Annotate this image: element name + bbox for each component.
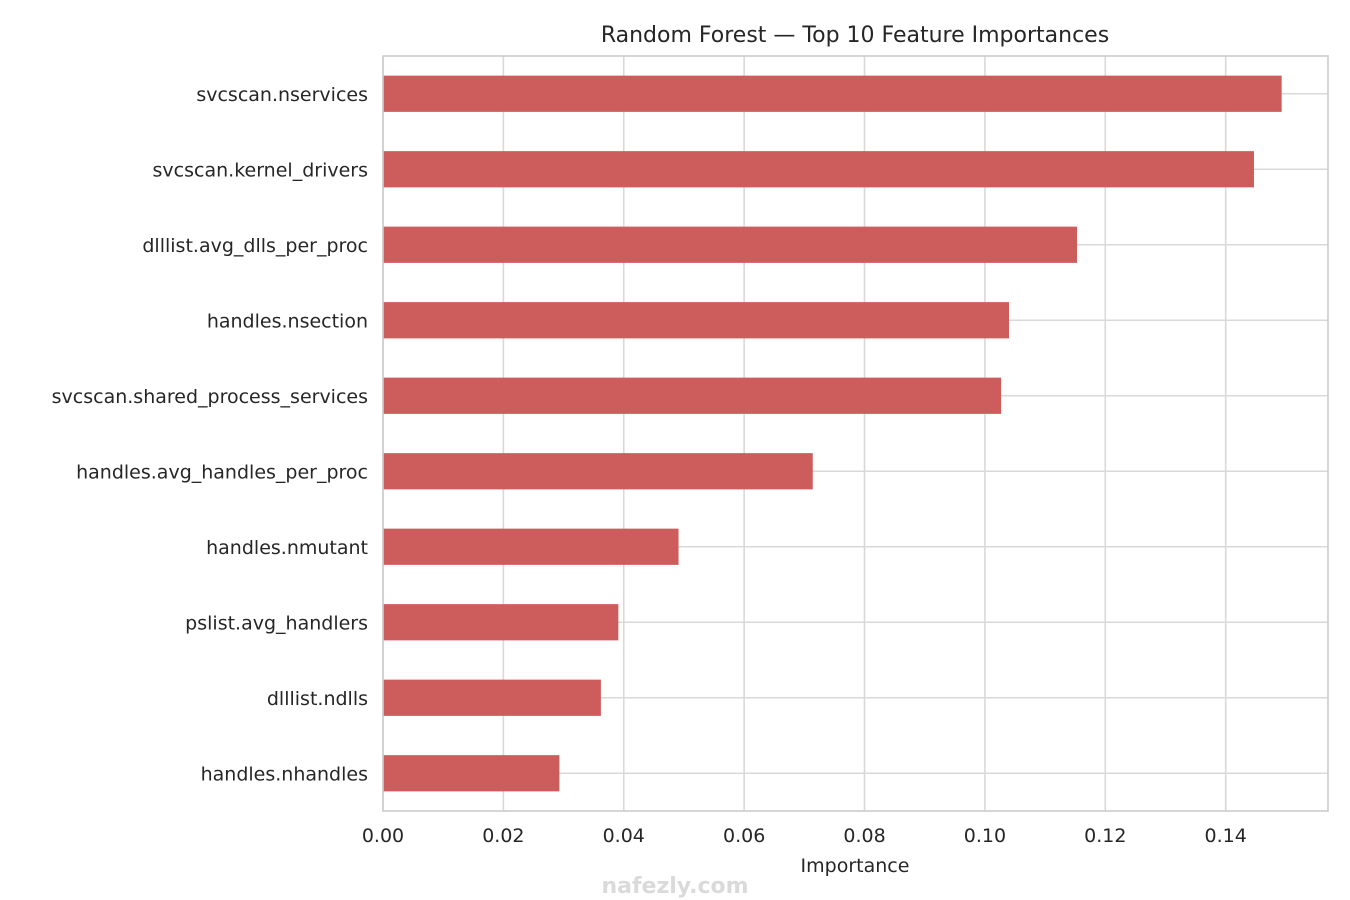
x-tick-label: 0.04 — [603, 825, 645, 847]
y-tick-label: svcscan.nservices — [196, 84, 368, 106]
x-tick-label: 0.10 — [964, 825, 1006, 847]
y-tick-label: dlllist.avg_dlls_per_proc — [142, 235, 368, 257]
bar — [383, 75, 1282, 112]
bar — [383, 226, 1078, 263]
x-tick-label: 0.02 — [482, 825, 524, 847]
x-axis-label: Importance — [801, 855, 910, 877]
x-tick-label: 0.08 — [843, 825, 885, 847]
bar — [383, 151, 1254, 188]
bar — [383, 755, 560, 792]
bar — [383, 528, 679, 565]
chart-title: Random Forest — Top 10 Feature Importanc… — [601, 23, 1109, 48]
y-tick-label: pslist.avg_handlers — [185, 612, 368, 634]
y-tick-label: svcscan.shared_process_services — [52, 386, 368, 408]
y-tick-labels: svcscan.nservices svcscan.kernel_driversd… — [52, 84, 368, 786]
y-tick-label: handles.nmutant — [206, 537, 368, 559]
bar — [383, 453, 813, 490]
watermark: nafezly.com — [601, 874, 748, 899]
bar — [383, 302, 1009, 339]
bar — [383, 679, 601, 716]
feature-importance-chart: Random Forest — Top 10 Feature Importanc… — [52, 23, 1329, 899]
bars — [383, 75, 1282, 792]
y-tick-label: svcscan.kernel_drivers — [153, 159, 368, 181]
y-tick-label: dlllist.ndlls — [267, 688, 368, 710]
y-tick-label: handles.nhandles — [201, 763, 368, 785]
y-tick-label: handles.nsection — [207, 310, 368, 332]
bar — [383, 377, 1002, 414]
x-tick-label: 0.00 — [362, 825, 404, 847]
x-tick-label: 0.12 — [1084, 825, 1126, 847]
x-tick-label: 0.06 — [723, 825, 765, 847]
y-tick-label: handles.avg_handles_per_proc — [76, 461, 368, 483]
bar — [383, 604, 619, 641]
x-tick-label: 0.14 — [1205, 825, 1247, 847]
x-tick-labels: 0.00 0.02 0.04 0.06 0.08 0.10 0.12 0.14 — [362, 825, 1247, 847]
